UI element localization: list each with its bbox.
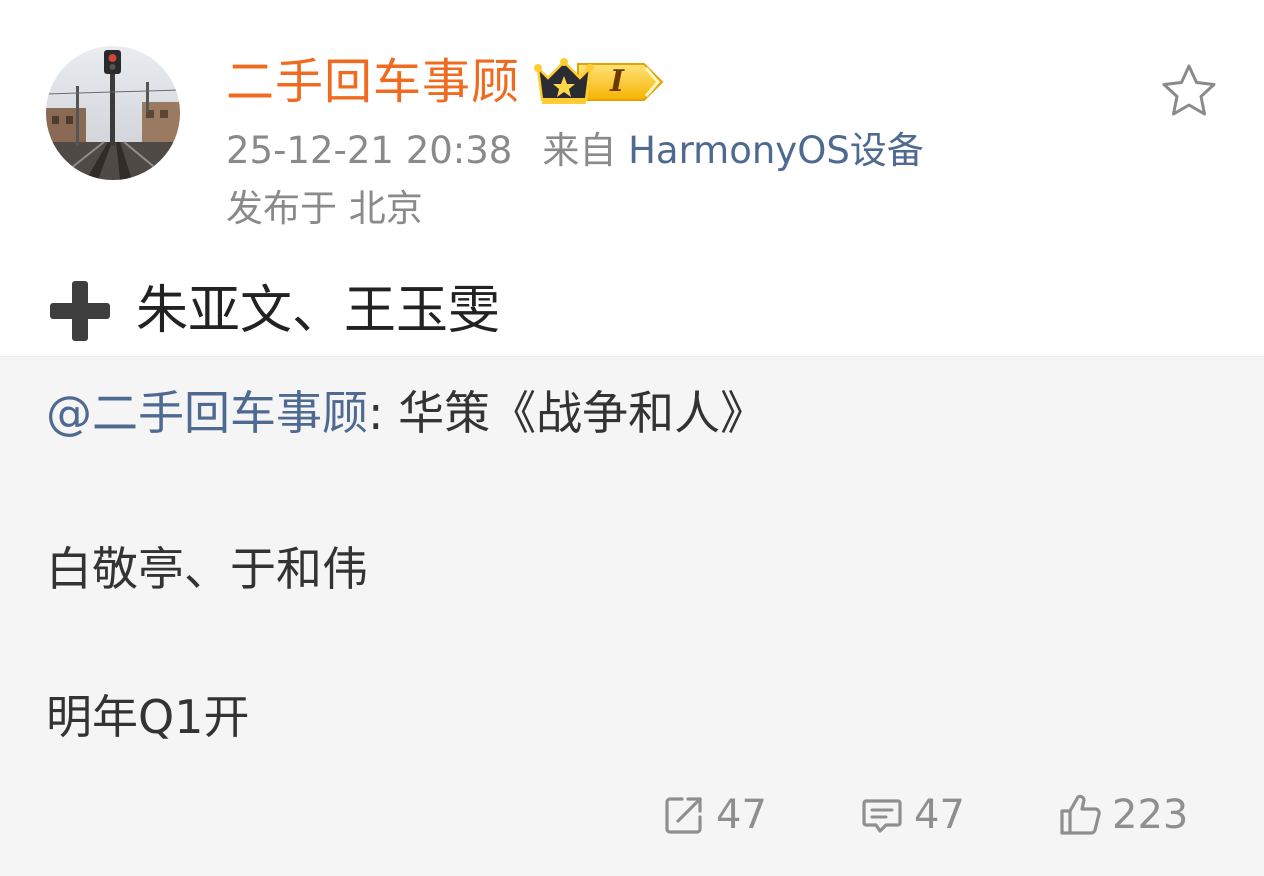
author-name[interactable]: 二手回车事顾 [226, 54, 520, 110]
vip-level-label: I [610, 64, 625, 99]
forward-button[interactable]: 47 [662, 785, 767, 845]
post-source[interactable]: HarmonyOS设备 [628, 129, 924, 172]
heavy-plus-icon [46, 277, 114, 345]
avatar-image [46, 46, 180, 180]
forward-count: 47 [716, 792, 767, 838]
post-body: 朱亚文、王玉雯 [136, 281, 501, 341]
source-prefix: 来自 [542, 129, 617, 172]
like-count: 223 [1112, 792, 1189, 838]
comment-count: 47 [914, 792, 965, 838]
repost-line-2: 白敬亭、于和伟 [46, 542, 368, 596]
repost-action-bar: 47 47 223 [0, 785, 1264, 845]
post-location: 发布于 北京 [226, 187, 423, 230]
post-header: 二手回车事顾 I 25-12-21 20:38 来自 HarmonyOS设备 发… [0, 0, 1264, 260]
repost-text-1: : 华策《战争和人》 [368, 386, 767, 440]
avatar[interactable] [46, 46, 180, 180]
vip-crown-badge[interactable]: I [534, 54, 670, 110]
author-row: 二手回车事顾 I [226, 52, 670, 112]
like-button[interactable]: 223 [1058, 785, 1188, 845]
repost-line-3: 明年Q1开 [46, 690, 250, 744]
repost-line-1: @二手回车事顾: 华策《战争和人》 [46, 383, 766, 443]
post-meta: 25-12-21 20:38 来自 HarmonyOS设备 [226, 128, 924, 174]
comment-button[interactable]: 47 [860, 785, 965, 845]
thumbs-up-icon [1060, 794, 1101, 835]
post-text: 朱亚文、王玉雯 [46, 276, 500, 346]
mention-link[interactable]: @二手回车事顾 [46, 386, 368, 440]
repost-card[interactable]: @二手回车事顾: 华策《战争和人》 白敬亭、于和伟 明年Q1开 47 47 22… [0, 356, 1264, 876]
comment-icon [862, 799, 902, 833]
favorite-button[interactable] [1160, 62, 1218, 120]
post-timestamp: 25-12-21 20:38 [226, 129, 513, 172]
star-icon [1162, 64, 1216, 116]
forward-icon [665, 797, 702, 834]
crown-icon [534, 58, 664, 104]
